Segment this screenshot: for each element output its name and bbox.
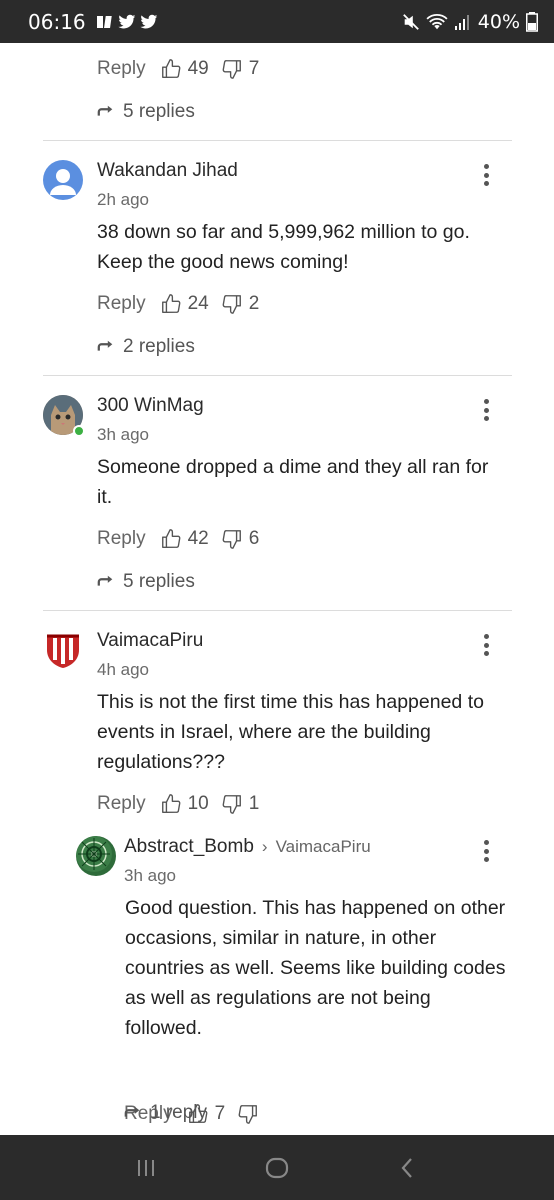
reply-button[interactable]: Reply xyxy=(97,293,146,315)
comment-timestamp: 4h ago xyxy=(97,660,149,679)
like-count: 10 xyxy=(187,793,209,814)
dislike-button[interactable]: 1 xyxy=(221,793,260,815)
view-replies-link[interactable]: 5 replies xyxy=(97,567,195,597)
twitter-icon xyxy=(118,14,135,28)
comment-timestamp: 3h ago xyxy=(97,425,149,444)
reply-button[interactable]: Reply xyxy=(97,528,146,550)
more-options-icon[interactable] xyxy=(476,838,496,864)
status-time: 06:16 xyxy=(28,9,86,34)
comment-body: This is not the first time this has happ… xyxy=(97,691,484,773)
battery-percent: 40% xyxy=(477,10,520,33)
dislike-count: 7 xyxy=(248,58,260,79)
avatar[interactable] xyxy=(76,836,116,876)
dislike-button[interactable] xyxy=(237,1103,265,1125)
replies-count: 1 reply xyxy=(150,1102,208,1123)
recent-apps-icon[interactable] xyxy=(132,1154,160,1182)
dislike-button[interactable]: 6 xyxy=(221,528,260,550)
reply-author-name[interactable]: Abstract_Bomb xyxy=(124,836,254,858)
default-user-icon xyxy=(50,169,76,195)
comment-actions: Reply 49 7 xyxy=(97,53,271,85)
chevron-right-icon: › xyxy=(261,837,268,856)
comment-author: Abstract_Bomb › VaimacaPiru xyxy=(124,836,371,858)
comment-author[interactable]: VaimacaPiru xyxy=(97,630,203,652)
reply-arrow-icon xyxy=(97,575,113,586)
dislike-count: 2 xyxy=(248,293,260,314)
view-replies-link[interactable]: 1 reply xyxy=(124,1098,207,1128)
thumbs-down-icon xyxy=(222,60,241,79)
thumbs-up-icon xyxy=(161,794,180,813)
thumbs-down-icon xyxy=(222,795,241,814)
system-nav-bar xyxy=(0,1135,554,1200)
mute-icon xyxy=(402,13,419,30)
like-button[interactable]: 24 xyxy=(160,293,209,315)
reply-arrow-icon xyxy=(124,1106,140,1117)
comment: VaimacaPiru 4h ago This is not the first… xyxy=(0,610,554,830)
dislike-count: 1 xyxy=(248,793,260,814)
more-options-icon[interactable] xyxy=(476,162,496,188)
comment-timestamp: 2h ago xyxy=(97,190,149,209)
signal-icon xyxy=(454,14,469,30)
reply-arrow-icon xyxy=(97,340,113,351)
view-replies-link[interactable]: 5 replies xyxy=(97,97,195,127)
comments-feed[interactable]: Reply 49 7 5 replies Wakandan Jihad 2h a… xyxy=(0,43,554,1135)
like-button[interactable]: 10 xyxy=(160,793,209,815)
reply-button[interactable]: Reply xyxy=(97,793,146,815)
shield-avatar-icon xyxy=(47,634,79,668)
dislike-count: 6 xyxy=(248,528,260,549)
comment-actions: Reply 42 6 xyxy=(97,523,271,555)
comment-author[interactable]: 300 WinMag xyxy=(97,395,204,417)
like-button[interactable]: 42 xyxy=(160,528,209,550)
comment-author[interactable]: Wakandan Jihad xyxy=(97,160,238,182)
dislike-button[interactable]: 7 xyxy=(221,58,260,80)
comment-body: Someone dropped a dime and they all ran … xyxy=(97,456,489,508)
replies-count: 2 replies xyxy=(123,336,195,357)
nested-reply: Abstract_Bomb › VaimacaPiru 3h ago Good … xyxy=(0,830,554,1135)
thumbs-up-icon xyxy=(161,529,180,548)
wifi-icon xyxy=(426,13,448,29)
battery-icon xyxy=(526,11,538,32)
thumbs-up-icon xyxy=(161,59,180,78)
like-button[interactable]: 49 xyxy=(160,58,209,80)
thumbs-down-icon xyxy=(222,530,241,549)
like-count: 42 xyxy=(187,528,209,549)
back-icon[interactable] xyxy=(394,1154,422,1182)
thumbs-down-icon xyxy=(238,1105,258,1124)
view-replies-link[interactable]: 2 replies xyxy=(97,332,195,362)
reply-button[interactable]: Reply xyxy=(97,58,146,80)
dislike-button[interactable]: 2 xyxy=(221,293,260,315)
avatar[interactable] xyxy=(43,160,83,200)
status-bar: 06:16 40% xyxy=(0,0,554,43)
more-options-icon[interactable] xyxy=(476,632,496,658)
thumbs-down-icon xyxy=(222,295,241,314)
comment-timestamp: 3h ago xyxy=(124,866,176,885)
replies-count: 5 replies xyxy=(123,101,195,122)
comment-actions: Reply 10 1 xyxy=(97,788,271,820)
comment: Wakandan Jihad 2h ago 38 down so far and… xyxy=(0,140,554,375)
reply-to-author[interactable]: VaimacaPiru xyxy=(276,837,371,857)
comment-actions: Reply 24 2 xyxy=(97,288,271,320)
twitter-icon xyxy=(140,14,157,28)
like-count: 7 xyxy=(214,1103,226,1124)
online-status-dot xyxy=(73,425,85,437)
comment: 300 WinMag 3h ago Someone dropped a dime… xyxy=(0,375,554,610)
like-count: 24 xyxy=(187,293,209,314)
replies-count: 5 replies xyxy=(123,571,195,592)
media-icon xyxy=(96,15,112,28)
more-options-icon[interactable] xyxy=(476,397,496,423)
comment-body: 38 down so far and 5,999,962 million to … xyxy=(97,221,470,273)
like-count: 49 xyxy=(187,58,209,79)
avatar[interactable] xyxy=(43,630,83,670)
comment-body: Good question. This has happened on othe… xyxy=(125,897,506,1039)
thumbs-up-icon xyxy=(161,294,180,313)
reply-arrow-icon xyxy=(97,105,113,116)
mandala-avatar-icon xyxy=(76,836,112,872)
home-icon[interactable] xyxy=(263,1154,291,1182)
